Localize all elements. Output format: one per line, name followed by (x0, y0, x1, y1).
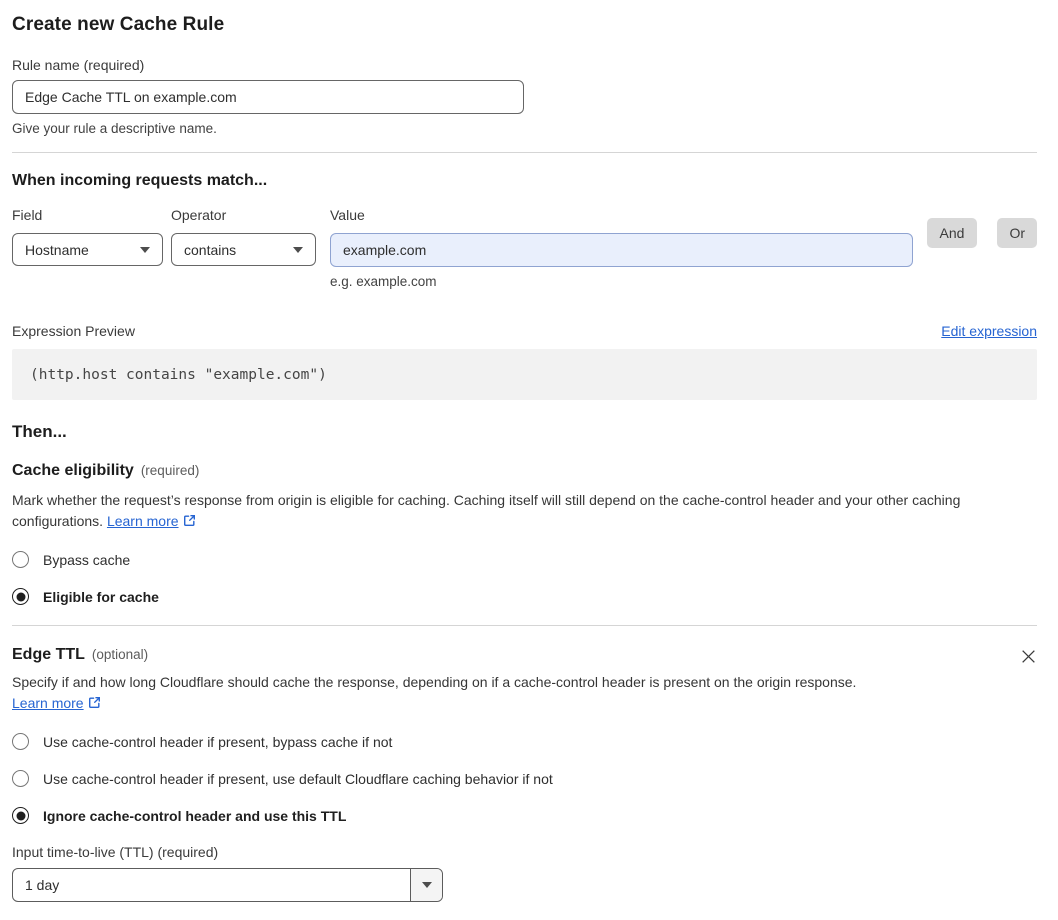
chevron-down-icon (421, 882, 432, 888)
field-select-value: Hostname (25, 241, 89, 258)
operator-select[interactable]: contains (171, 233, 316, 266)
radio-label: Use cache-control header if present, byp… (43, 733, 393, 750)
edge-ttl-learn-more-link[interactable]: Learn more (12, 695, 84, 711)
external-link-icon (182, 513, 197, 534)
value-help: e.g. example.com (330, 274, 437, 289)
radio-label: Ignore cache-control header and use this… (43, 807, 347, 824)
radio-icon (12, 770, 29, 787)
rule-name-label: Rule name (required) (12, 57, 145, 73)
rule-name-help: Give your rule a descriptive name. (12, 121, 217, 136)
value-column: Value e.g. example.com (330, 207, 913, 289)
expression-preview-row: Expression Preview Edit expression (12, 323, 1037, 339)
ttl-select-arrow-button[interactable] (410, 869, 442, 901)
operator-column: Operator contains (171, 207, 316, 289)
ttl-select-value: 1 day (25, 877, 60, 893)
radio-eligible-for-cache[interactable]: Eligible for cache (12, 588, 1037, 605)
close-edge-ttl-button[interactable] (1019, 648, 1037, 666)
section-divider (12, 625, 1037, 626)
conjunction-buttons: And Or (913, 207, 1037, 289)
expression-preview-label: Expression Preview (12, 323, 135, 339)
radio-use-header-default[interactable]: Use cache-control header if present, use… (12, 770, 1037, 787)
close-icon (1021, 650, 1035, 663)
cache-eligibility-header: Cache eligibility (required) (12, 462, 1037, 480)
and-button[interactable]: And (926, 218, 978, 248)
ttl-input-block: Input time-to-live (TTL) (required) 1 da… (12, 844, 1037, 902)
cache-eligibility-description: Mark whether the request’s response from… (12, 490, 1037, 534)
operator-label: Operator (171, 207, 227, 223)
operator-select-value: contains (184, 241, 237, 258)
match-condition-row: Field Hostname Operator contains Value e… (12, 207, 1037, 289)
or-button[interactable]: Or (997, 218, 1037, 248)
cache-eligibility-qualifier: (required) (140, 463, 200, 478)
edge-ttl-description-text: Specify if and how long Cloudflare shoul… (12, 674, 857, 690)
value-input[interactable] (330, 233, 913, 267)
match-heading: When incoming requests match... (12, 172, 268, 189)
chevron-down-icon (140, 246, 150, 253)
radio-icon (12, 551, 29, 568)
expression-preview-code: (http.host contains "example.com") (12, 349, 1037, 400)
section-divider (12, 152, 1037, 153)
rule-name-input[interactable] (12, 80, 524, 114)
rule-name-block: Rule name (required) Give your rule a de… (12, 57, 1037, 136)
create-cache-rule-form: Create new Cache Rule Rule name (require… (0, 14, 1058, 912)
page-title: Create new Cache Rule (12, 14, 225, 35)
radio-label: Bypass cache (43, 551, 131, 568)
radio-icon (12, 733, 29, 750)
edge-ttl-title: Edge TTL (12, 646, 85, 663)
radio-selected-icon (12, 807, 29, 824)
radio-bypass-cache[interactable]: Bypass cache (12, 551, 1037, 568)
cache-eligibility-learn-more-link[interactable]: Learn more (107, 513, 179, 529)
ttl-label: Input time-to-live (TTL) (required) (12, 844, 219, 860)
radio-selected-icon (12, 588, 29, 605)
external-link-icon (87, 695, 102, 716)
edit-expression-link[interactable]: Edit expression (941, 323, 1037, 339)
radio-label: Use cache-control header if present, use… (43, 770, 553, 787)
field-label: Field (12, 207, 43, 223)
chevron-down-icon (293, 246, 303, 253)
field-column: Field Hostname (12, 207, 163, 289)
radio-ignore-header-use-ttl[interactable]: Ignore cache-control header and use this… (12, 807, 1037, 824)
edge-ttl-qualifier: (optional) (91, 647, 149, 662)
edge-ttl-description: Specify if and how long Cloudflare shoul… (12, 672, 857, 716)
value-label: Value (330, 207, 365, 223)
radio-use-header-bypass[interactable]: Use cache-control header if present, byp… (12, 733, 1037, 750)
ttl-select[interactable]: 1 day (12, 868, 443, 902)
field-select[interactable]: Hostname (12, 233, 163, 266)
then-heading: Then... (12, 422, 67, 441)
cache-eligibility-title: Cache eligibility (12, 462, 134, 479)
edge-ttl-header: Edge TTL (optional) (12, 646, 1037, 664)
expression-text: (http.host contains "example.com") (30, 366, 327, 383)
radio-label: Eligible for cache (43, 588, 159, 605)
